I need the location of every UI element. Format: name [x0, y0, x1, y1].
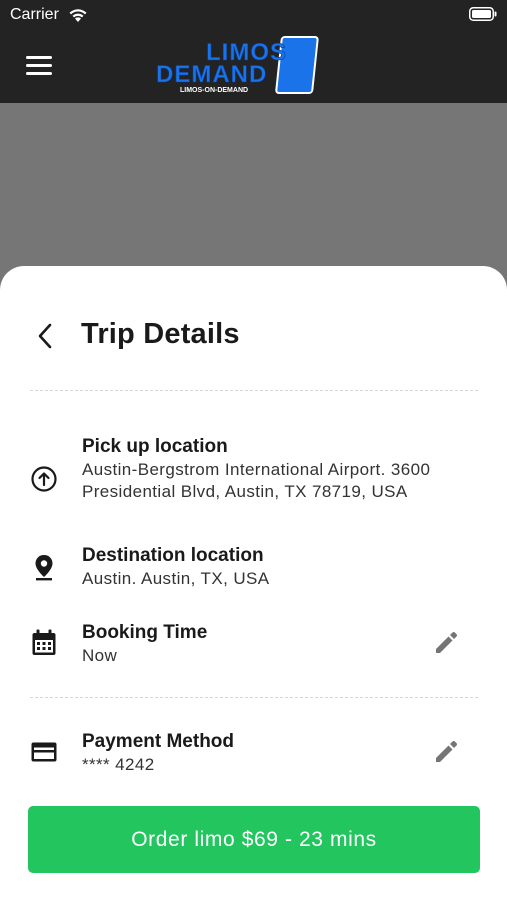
- arrow-up-circle-icon: [31, 466, 57, 492]
- calendar-icon: [32, 629, 56, 655]
- location-pin-icon: [35, 555, 53, 581]
- page-title: Trip Details: [81, 318, 240, 350]
- carrier-label: Carrier: [10, 6, 59, 23]
- payment-method-label: Payment Method: [82, 731, 235, 752]
- battery-icon: [469, 7, 497, 21]
- divider: [30, 390, 478, 391]
- menu-icon[interactable]: [26, 56, 52, 76]
- divider: [30, 697, 478, 698]
- destination-label: Destination location: [82, 545, 264, 566]
- credit-card-icon: [31, 742, 57, 762]
- logo-tagline: LIMOS-ON-DEMAND: [180, 87, 248, 94]
- order-limo-button[interactable]: Order limo $69 - 23 mins: [28, 806, 480, 873]
- edit-booking-time-pencil-icon[interactable]: [433, 628, 461, 656]
- edit-payment-pencil-icon[interactable]: [433, 737, 461, 765]
- status-bar: Carrier: [0, 0, 507, 30]
- back-arrow-icon[interactable]: [32, 321, 58, 351]
- pickup-label: Pick up location: [82, 436, 228, 457]
- pickup-value: Austin-Bergstrom International Airport. …: [82, 460, 431, 501]
- trip-details-sheet: Trip Details Pick up location Austin-Ber…: [0, 266, 507, 900]
- booking-time-label: Booking Time: [82, 622, 208, 643]
- app-header: LIMOS DEMAND LIMOS-ON-DEMAND: [0, 30, 507, 103]
- limos-on-demand-logo: LIMOS DEMAND LIMOS-ON-DEMAND: [156, 36, 319, 94]
- logo-line2: DEMAND: [156, 61, 267, 88]
- wifi-icon: [69, 9, 87, 22]
- destination-value: Austin. Austin, TX, USA: [82, 569, 270, 588]
- booking-time-value: Now: [82, 646, 118, 665]
- payment-method-value: **** 4242: [82, 755, 155, 774]
